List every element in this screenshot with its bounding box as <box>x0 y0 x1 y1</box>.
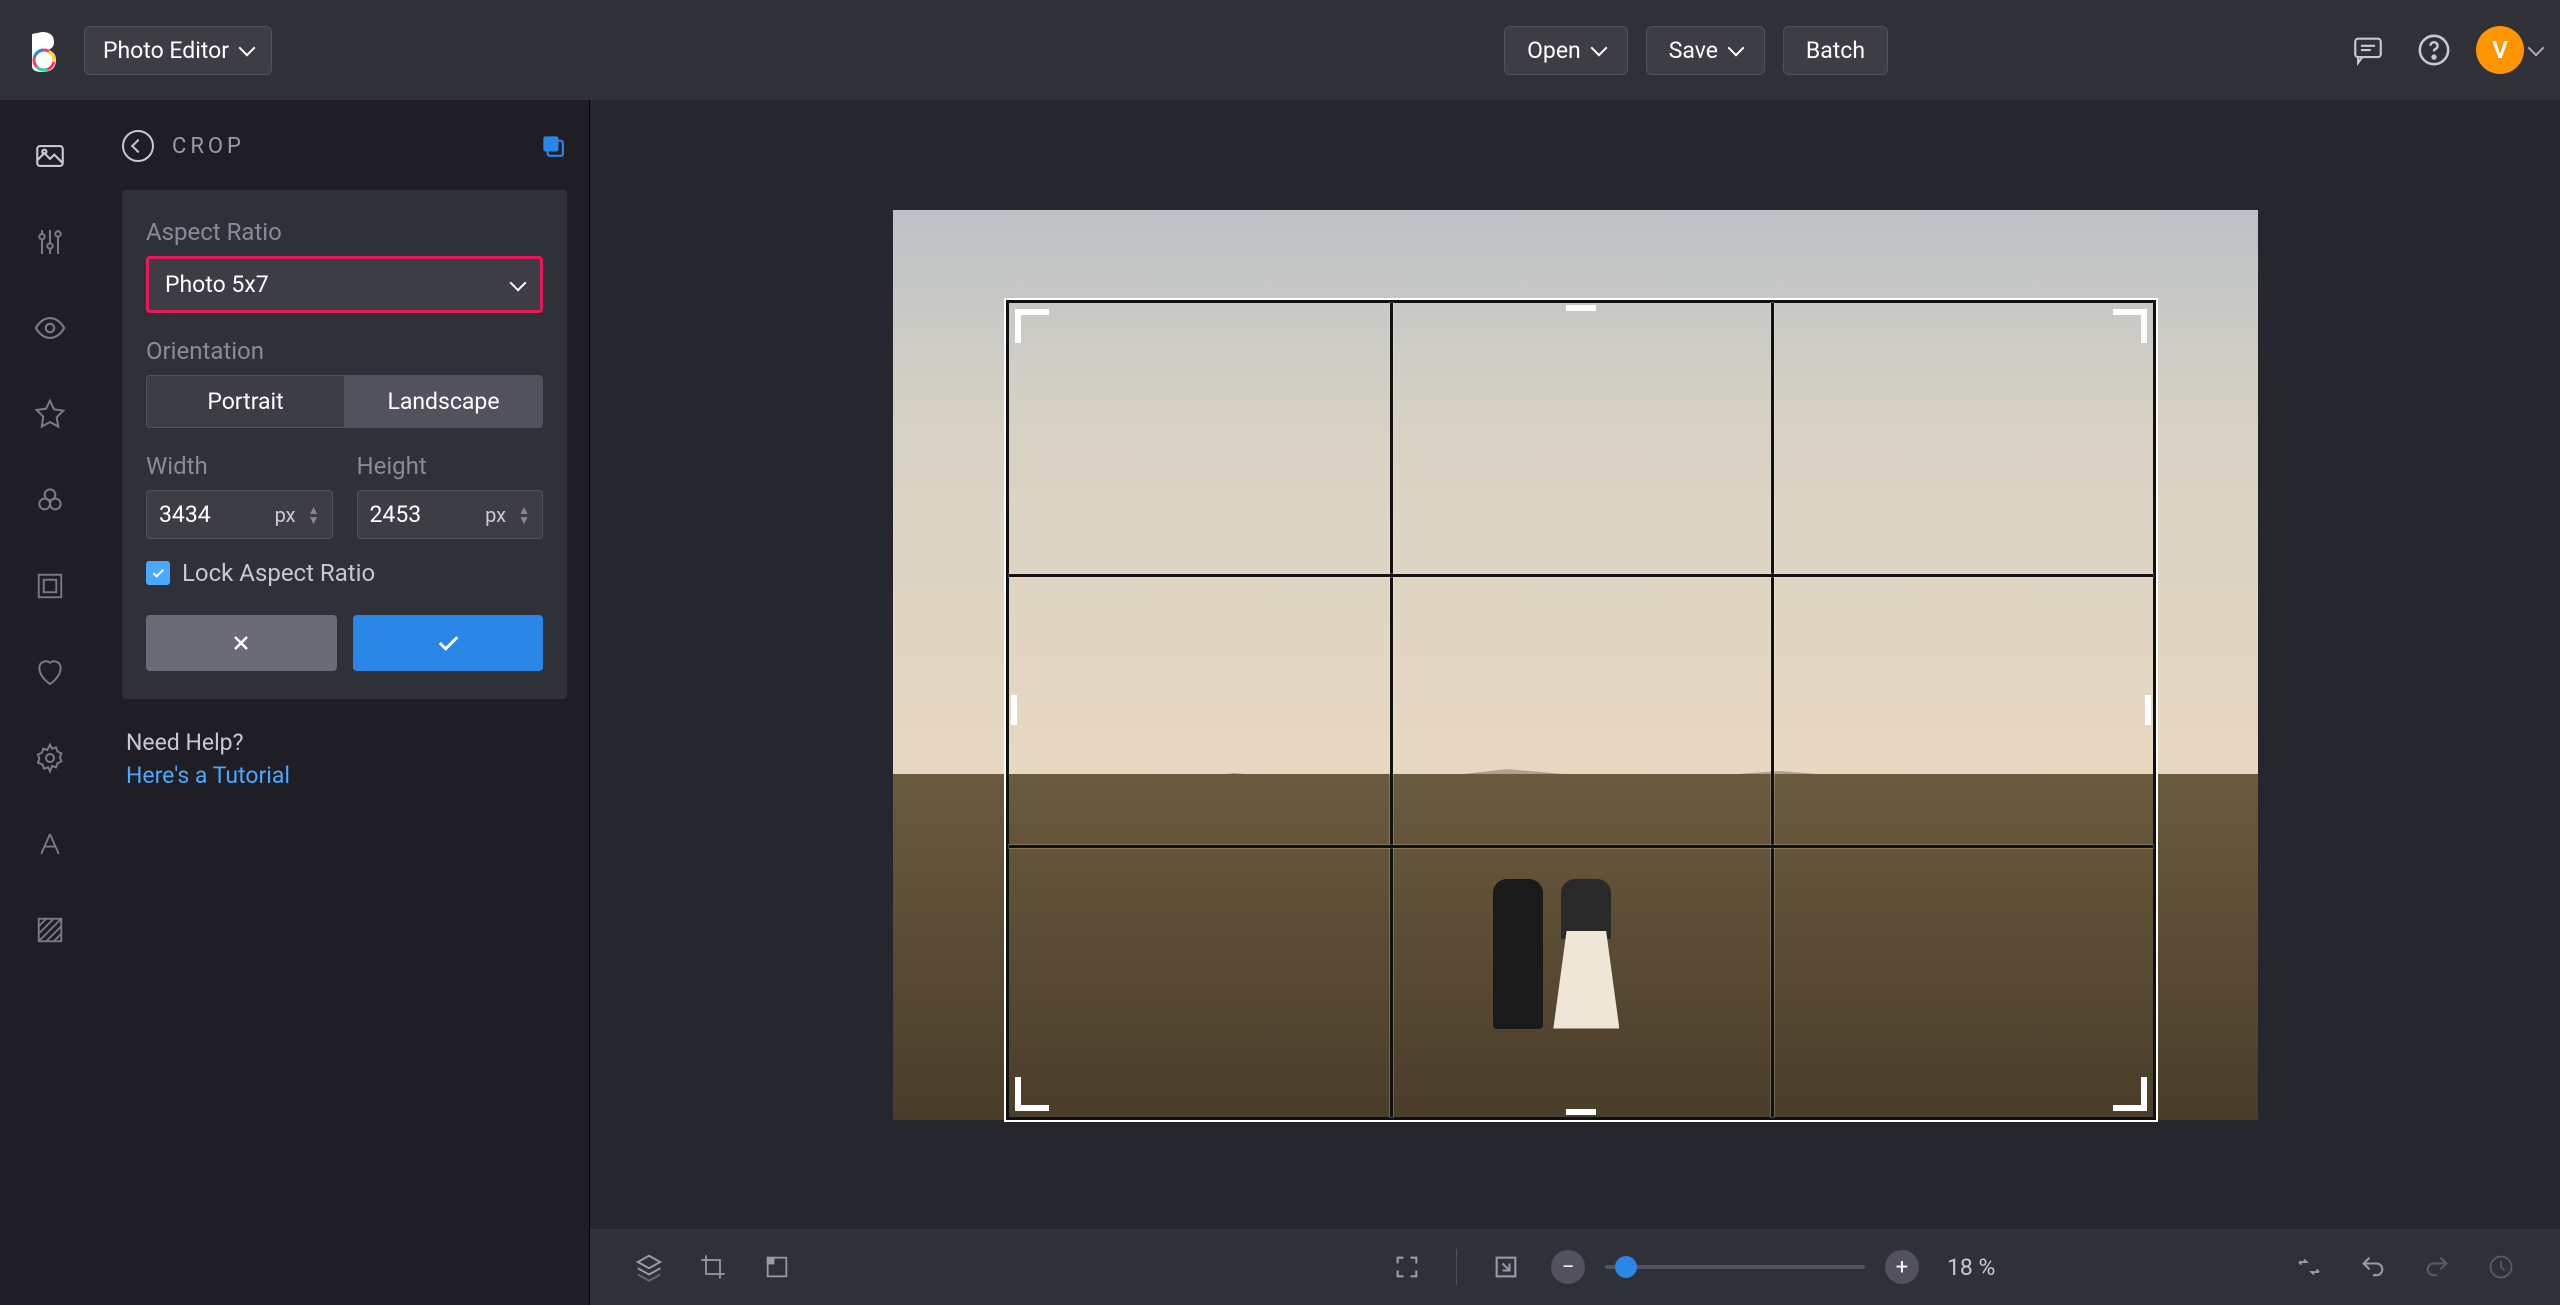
tool-heart-icon[interactable] <box>30 652 70 692</box>
zoom-slider[interactable] <box>1605 1265 1865 1269</box>
tool-texture-icon[interactable] <box>30 910 70 950</box>
tool-rail <box>0 100 100 1305</box>
close-icon <box>229 631 253 655</box>
tool-eye-icon[interactable] <box>30 308 70 348</box>
tool-gear-icon[interactable] <box>30 738 70 778</box>
top-bar: Photo Editor Open Save Batch V <box>0 0 2560 100</box>
before-after-icon[interactable] <box>2290 1248 2328 1286</box>
app-mode-label: Photo Editor <box>103 37 229 64</box>
crop-panel: CROP Aspect Ratio Photo 5x7 Orientation … <box>100 100 590 1305</box>
orientation-segmented: Portrait Landscape <box>146 375 543 428</box>
lock-aspect-toggle[interactable]: Lock Aspect Ratio <box>146 559 543 587</box>
orientation-portrait-button[interactable]: Portrait <box>146 375 344 428</box>
redo-icon[interactable] <box>2418 1248 2456 1286</box>
tool-sliders-icon[interactable] <box>30 222 70 262</box>
canvas-checkerboard[interactable] <box>893 210 2258 1120</box>
canvas-area: − + 18 % <box>590 100 2560 1305</box>
chevron-down-icon <box>510 274 527 291</box>
batch-button[interactable]: Batch <box>1783 26 1888 75</box>
cancel-button[interactable] <box>146 615 337 671</box>
zoom-in-button[interactable]: + <box>1885 1250 1919 1284</box>
open-button[interactable]: Open <box>1504 26 1628 75</box>
check-icon <box>434 629 462 657</box>
chevron-down-icon <box>2528 40 2545 57</box>
fit-screen-icon[interactable] <box>1388 1248 1426 1286</box>
orientation-label: Orientation <box>146 337 543 365</box>
checkbox-checked-icon <box>146 561 170 585</box>
crop-handle-left[interactable] <box>1011 695 1017 725</box>
width-input[interactable]: 3434 px ▲▼ <box>146 490 333 539</box>
aspect-ratio-label: Aspect Ratio <box>146 218 543 246</box>
crop-handle-tr[interactable] <box>2113 309 2147 343</box>
crop-handle-bottom[interactable] <box>1566 1109 1596 1115</box>
tool-essentials-icon[interactable] <box>30 136 70 176</box>
actual-size-icon[interactable] <box>1487 1248 1525 1286</box>
app-logo[interactable] <box>18 26 66 74</box>
chevron-down-icon <box>1727 40 1744 57</box>
bottom-bar: − + 18 % <box>590 1229 2560 1305</box>
help-question: Need Help? <box>126 729 567 756</box>
zoom-slider-thumb[interactable] <box>1615 1256 1637 1278</box>
canvas-settings-icon[interactable] <box>758 1248 796 1286</box>
help-tutorial-link[interactable]: Here's a Tutorial <box>126 762 567 789</box>
help-block: Need Help? Here's a Tutorial <box>122 729 567 789</box>
tool-text-icon[interactable] <box>30 824 70 864</box>
tool-effects-icon[interactable] <box>30 480 70 520</box>
apply-button[interactable] <box>353 615 544 671</box>
crop-handle-br[interactable] <box>2113 1077 2147 1111</box>
width-label: Width <box>146 452 333 480</box>
crop-overlay[interactable] <box>1006 300 2156 1120</box>
crop-handle-tl[interactable] <box>1015 309 1049 343</box>
crop-handle-right[interactable] <box>2145 695 2151 725</box>
tool-frame-icon[interactable] <box>30 566 70 606</box>
orientation-landscape-button[interactable]: Landscape <box>344 375 543 428</box>
arrow-left-icon <box>131 139 145 153</box>
height-stepper[interactable]: ▲▼ <box>518 505 530 525</box>
compare-icon[interactable] <box>539 132 567 160</box>
app-mode-dropdown[interactable]: Photo Editor <box>84 26 272 75</box>
feedback-icon[interactable] <box>2344 26 2392 74</box>
aspect-ratio-select[interactable]: Photo 5x7 <box>146 256 543 313</box>
height-label: Height <box>357 452 544 480</box>
chevron-down-icon <box>239 40 256 57</box>
zoom-percentage: 18 % <box>1947 1254 2017 1281</box>
undo-icon[interactable] <box>2354 1248 2392 1286</box>
save-button[interactable]: Save <box>1646 26 1765 75</box>
height-input[interactable]: 2453 px ▲▼ <box>357 490 544 539</box>
layers-icon[interactable] <box>630 1248 668 1286</box>
width-stepper[interactable]: ▲▼ <box>308 505 320 525</box>
chevron-down-icon <box>1590 40 1607 57</box>
zoom-controls: − + 18 % <box>1551 1250 2017 1284</box>
crop-handle-top[interactable] <box>1566 305 1596 311</box>
crop-settings-card: Aspect Ratio Photo 5x7 Orientation Portr… <box>122 190 567 699</box>
avatar: V <box>2476 26 2524 74</box>
account-menu[interactable]: V <box>2476 26 2542 74</box>
help-icon[interactable] <box>2410 26 2458 74</box>
zoom-out-button[interactable]: − <box>1551 1250 1585 1284</box>
back-button[interactable] <box>122 130 154 162</box>
panel-title: CROP <box>172 134 521 159</box>
crop-tool-icon[interactable] <box>694 1248 732 1286</box>
tool-star-icon[interactable] <box>30 394 70 434</box>
crop-handle-bl[interactable] <box>1015 1077 1049 1111</box>
history-icon[interactable] <box>2482 1248 2520 1286</box>
